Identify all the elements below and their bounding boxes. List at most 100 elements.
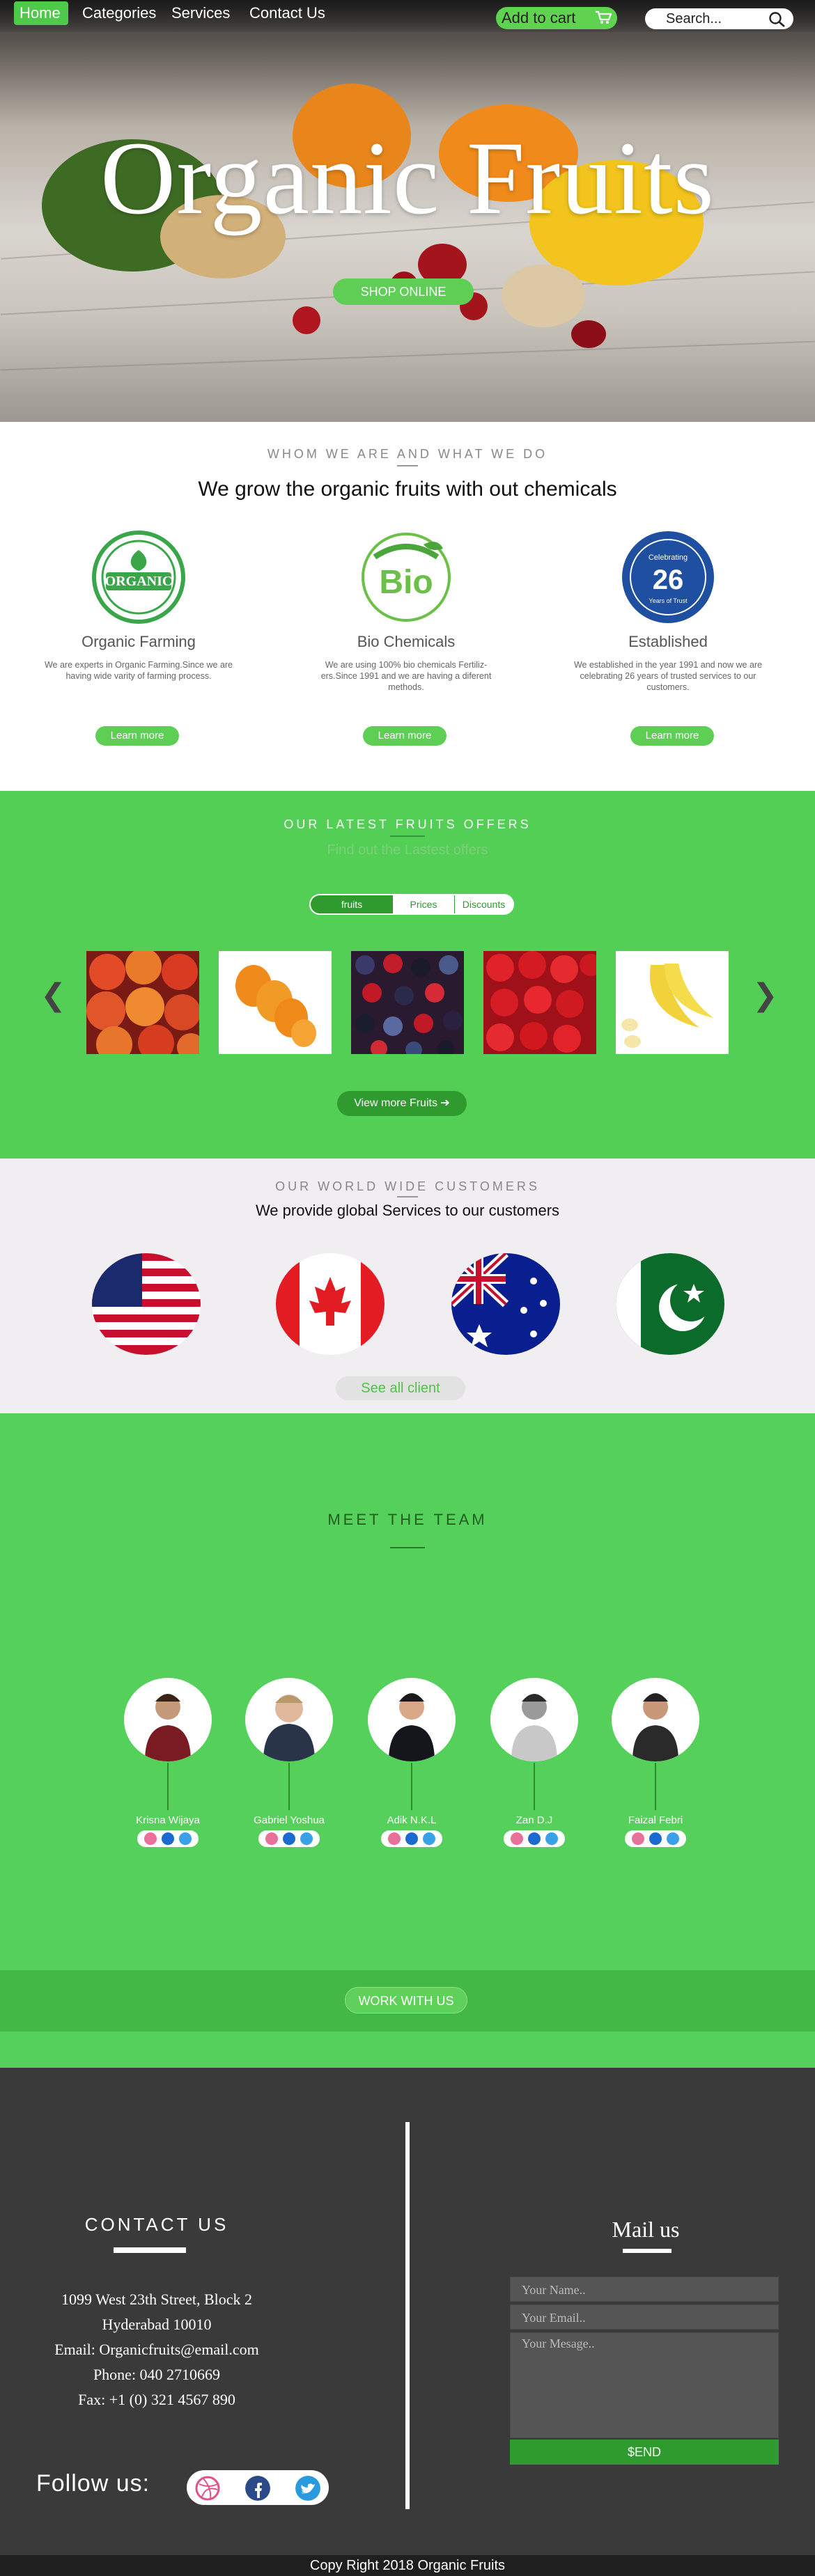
twitter-icon[interactable]	[667, 1832, 679, 1845]
connector-line	[167, 1763, 169, 1810]
avatar	[490, 1678, 578, 1761]
carousel-next-icon[interactable]: ❯	[752, 977, 778, 1013]
dribbble-icon[interactable]	[388, 1832, 401, 1845]
twitter-icon[interactable]	[179, 1832, 192, 1845]
customers-title: We provide global Services to our custom…	[255, 1202, 560, 1219]
contact-address-line2: Hyderabad 10010	[102, 2316, 212, 2333]
add-to-cart-button[interactable]: Add to cart	[496, 7, 617, 29]
dribbble-icon[interactable]	[144, 1832, 157, 1845]
twitter-icon[interactable]	[300, 1832, 313, 1845]
behance-icon[interactable]	[283, 1832, 295, 1845]
berries-image[interactable]	[351, 951, 464, 1054]
cart-icon	[596, 10, 612, 24]
section-divider	[390, 1547, 425, 1548]
carousel-prev-icon[interactable]: ❮	[40, 977, 66, 1013]
learn-more-button[interactable]: Learn more	[363, 726, 447, 746]
copyright-bar: Copy Right 2018 Organic Fruits	[0, 2555, 815, 2576]
feature-description: We are experts in Organic Farming.Since …	[44, 660, 233, 681]
shop-online-button[interactable]: SHOP ONLINE	[333, 278, 474, 305]
tab-discounts[interactable]: Discounts	[454, 895, 513, 913]
customers-subtitle: OUR WORLD WIDE CUSTOMERS	[275, 1179, 540, 1193]
team-member-zan: Zan D.J	[489, 1678, 580, 1847]
about-title: We grow the organic fruits with out chem…	[198, 478, 617, 501]
member-socials	[504, 1830, 565, 1847]
search-icon[interactable]	[768, 11, 786, 28]
contact-address-line1: 1099 West 23th Street, Block 2	[61, 2291, 253, 2308]
dribbble-icon[interactable]	[511, 1832, 523, 1845]
tab-fruits[interactable]: fruits	[311, 895, 393, 913]
learn-more-button[interactable]: Learn more	[630, 726, 714, 746]
feature-name: Bio Chemicals	[357, 633, 456, 650]
mail-us-title: Mail us	[612, 2217, 680, 2242]
dribbble-icon[interactable]	[265, 1832, 278, 1845]
view-more-label: View more Fruits	[354, 1097, 437, 1109]
name-input[interactable]: Your Name..	[510, 2277, 779, 2302]
apples-image[interactable]	[86, 951, 199, 1054]
team-member-krisna: Krisna Wijaya	[123, 1678, 213, 1847]
member-name: Adik N.K.L	[387, 1814, 437, 1826]
bananas-image[interactable]	[616, 951, 729, 1054]
nav-categories[interactable]: Categories	[82, 1, 156, 25]
orange-slices-image[interactable]	[219, 951, 332, 1054]
dribbble-icon[interactable]	[632, 1832, 644, 1845]
social-links	[187, 2470, 329, 2505]
behance-icon[interactable]	[649, 1832, 662, 1845]
hero-banner: Organic Fruits SHOP ONLINE	[0, 0, 815, 422]
page: Organic Fruits SHOP ONLINE Home Categori…	[0, 0, 815, 2576]
connector-line	[655, 1763, 656, 1810]
tab-prices[interactable]: Prices	[393, 895, 454, 913]
member-name: Krisna Wijaya	[136, 1814, 200, 1826]
anniversary-badge-icon: Celebrating 26 Years of Trust	[622, 531, 714, 623]
team-member-gabriel: Gabriel Yoshua	[244, 1678, 334, 1847]
svg-text:26: 26	[653, 565, 684, 595]
team-section: MEET THE TEAM Krisna Wijaya Gabriel Yosh…	[0, 1413, 815, 2068]
arrow-right-icon: ➔	[440, 1097, 450, 1109]
nav-home[interactable]: Home	[14, 1, 68, 25]
organic-badge-icon: ORGANIC	[92, 531, 185, 624]
pakistan-flag-icon	[616, 1253, 724, 1355]
work-with-us-band: WORK WITH US	[0, 1970, 815, 2032]
team-title: MEET THE TEAM	[327, 1511, 488, 1528]
see-all-client-button[interactable]: See all client	[336, 1376, 465, 1400]
behance-icon[interactable]	[405, 1832, 418, 1845]
avatar	[368, 1678, 456, 1761]
connector-line	[288, 1763, 290, 1810]
section-divider	[390, 835, 425, 837]
nav-services[interactable]: Services	[171, 1, 230, 25]
member-name: Gabriel Yoshua	[254, 1814, 325, 1826]
vertical-divider	[405, 2122, 410, 2509]
view-more-fruits-button[interactable]: View more Fruits ➔	[337, 1091, 467, 1116]
twitter-icon[interactable]	[295, 2476, 320, 2501]
message-textarea[interactable]: Your Mesage..	[510, 2332, 779, 2438]
avatar	[124, 1678, 212, 1761]
search-input[interactable]: Search...	[645, 8, 793, 29]
twitter-icon[interactable]	[423, 1832, 435, 1845]
learn-more-button[interactable]: Learn more	[95, 726, 179, 746]
send-button[interactable]: $END	[510, 2440, 779, 2465]
email-input[interactable]: Your Email..	[510, 2304, 779, 2330]
behance-icon[interactable]	[528, 1832, 541, 1845]
work-with-us-button[interactable]: WORK WITH US	[345, 1987, 467, 2013]
nav-contact-us[interactable]: Contact Us	[249, 1, 325, 25]
member-socials	[258, 1830, 320, 1847]
member-socials	[625, 1830, 686, 1847]
team-member-adik: Adik N.K.L	[366, 1678, 457, 1847]
twitter-icon[interactable]	[545, 1832, 558, 1845]
team-member-faizal: Faizal Febri	[610, 1678, 701, 1847]
offers-title: OUR LATEST FRUITS OFFERS	[284, 817, 531, 831]
customers-section: OUR WORLD WIDE CUSTOMERS We provide glob…	[0, 1159, 815, 1413]
contact-email[interactable]: Email: Organicfruits@email.com	[42, 2341, 272, 2359]
feature-name: Established	[628, 633, 708, 650]
behance-icon[interactable]	[162, 1832, 174, 1845]
facebook-icon[interactable]	[245, 2476, 270, 2501]
dribbble-icon[interactable]	[195, 2476, 220, 2501]
section-divider	[397, 465, 418, 466]
strawberries-image[interactable]	[483, 951, 596, 1054]
svg-text:Years of Trust: Years of Trust	[649, 597, 688, 604]
section-divider	[623, 2249, 672, 2253]
latest-offers-section: OUR LATEST FRUITS OFFERS Find out the La…	[0, 791, 815, 1159]
canada-flag-icon	[276, 1253, 385, 1355]
australia-flag-icon	[451, 1253, 560, 1355]
feature-organic-farming: ORGANIC Organic Farming We are experts i…	[24, 529, 254, 682]
contact-phone: Phone: 040 2710669	[93, 2366, 221, 2383]
